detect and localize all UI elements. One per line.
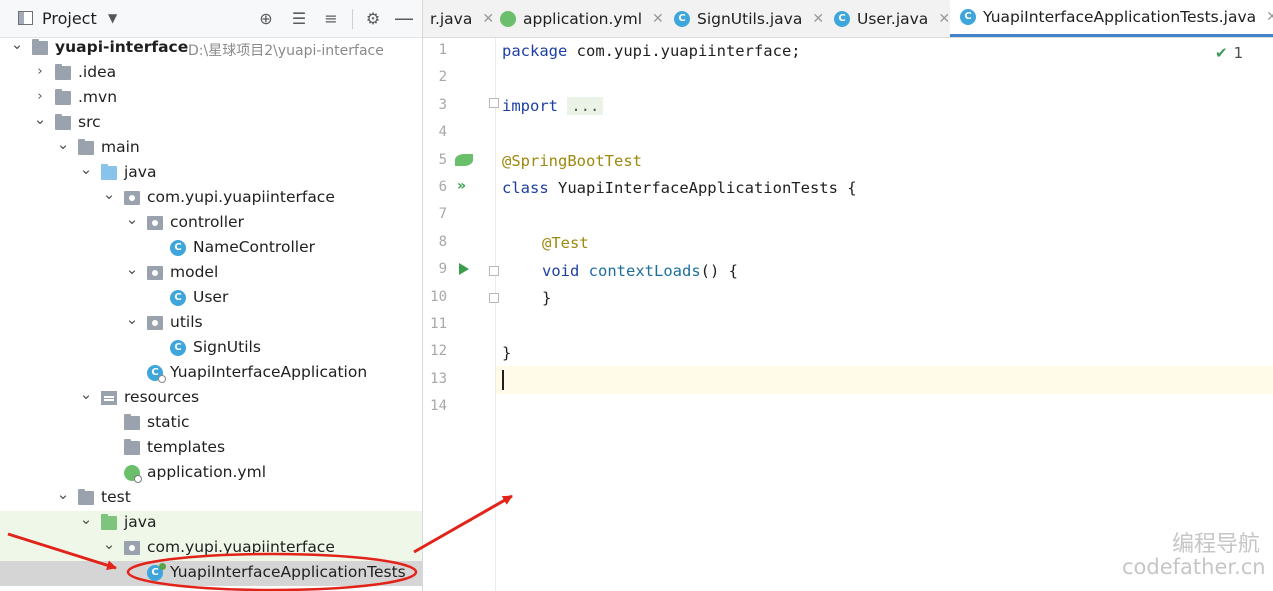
annotation-arrow-right <box>413 494 513 554</box>
highlight-ellipse <box>126 552 418 591</box>
annotation-arrow-left <box>7 532 117 571</box>
annotation-overlay <box>7 494 513 591</box>
watermark-url: codefather.cn <box>1122 555 1266 579</box>
watermark-title: 编程导航 <box>1172 532 1261 557</box>
